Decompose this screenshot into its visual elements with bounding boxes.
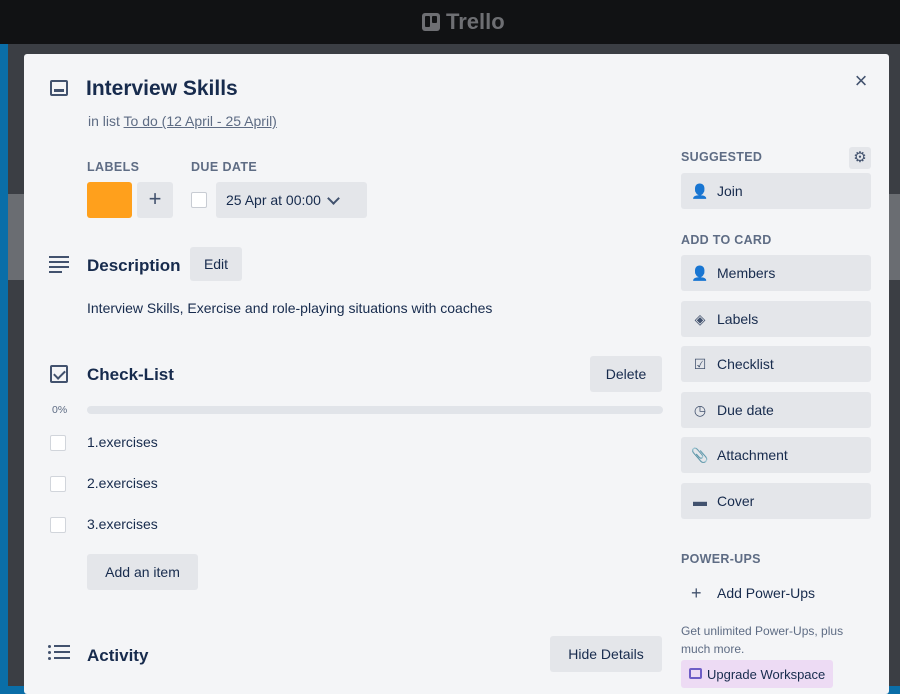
add-power-ups-label: Add Power-Ups xyxy=(717,585,816,601)
close-icon[interactable]: × xyxy=(850,70,872,92)
checklist-item[interactable]: 3.exercises xyxy=(87,516,158,532)
due-date-heading: DUE DATE xyxy=(191,160,258,174)
add-label-button[interactable]: + xyxy=(137,182,173,218)
edit-description-button[interactable]: Edit xyxy=(190,247,242,281)
cover-icon: ▬ xyxy=(693,493,707,509)
add-to-card-heading: ADD TO CARD xyxy=(681,233,772,247)
card-title[interactable]: Interview Skills xyxy=(86,77,238,101)
upgrade-workspace-button[interactable]: Upgrade Workspace xyxy=(681,660,833,688)
description-text[interactable]: Interview Skills, Exercise and role-play… xyxy=(87,300,492,316)
brand-name: Trello xyxy=(446,9,505,34)
checklist-item[interactable]: 2.exercises xyxy=(87,475,158,491)
power-ups-heading: POWER-UPS xyxy=(681,552,761,566)
power-ups-promo-text: Get unlimited Power-Ups, plus much more. xyxy=(681,624,844,656)
members-label: Members xyxy=(717,265,776,281)
list-link[interactable]: To do (12 April - 25 April) xyxy=(124,113,277,129)
add-checklist-item-button[interactable]: Add an item xyxy=(87,554,198,590)
upgrade-workspace-label: Upgrade Workspace xyxy=(707,666,826,682)
join-label: Join xyxy=(717,183,743,199)
description-icon xyxy=(49,256,69,273)
activity-icon xyxy=(48,645,70,661)
checklist-item-checkbox[interactable] xyxy=(50,476,66,492)
person-icon: 👤 xyxy=(691,265,709,281)
labels-label: Labels xyxy=(717,311,759,327)
trello-logo[interactable]: Trello xyxy=(422,8,505,36)
attachment-label: Attachment xyxy=(717,447,788,463)
join-button[interactable]: 👤 Join xyxy=(681,173,871,209)
due-date-button[interactable]: 25 Apr at 00:00 xyxy=(216,182,367,218)
backdrop-edge xyxy=(0,44,8,686)
person-icon: 👤 xyxy=(691,183,709,199)
checklist-icon xyxy=(50,365,68,383)
gear-icon[interactable]: ⚙ xyxy=(849,147,871,169)
trello-board-icon xyxy=(422,13,440,31)
chevron-down-icon xyxy=(327,191,340,205)
hide-details-button[interactable]: Hide Details xyxy=(550,636,662,672)
activity-heading: Activity xyxy=(87,646,149,665)
checklist-progress-bar xyxy=(87,406,663,414)
attachment-button[interactable]: 📎 Attachment xyxy=(681,437,871,473)
cover-button[interactable]: ▬ Cover xyxy=(681,483,871,519)
briefcase-icon xyxy=(689,668,702,679)
members-button[interactable]: 👤 Members xyxy=(681,255,871,291)
in-list-prefix: in list xyxy=(88,113,120,129)
tag-icon: ◈ xyxy=(694,311,706,327)
card-icon xyxy=(50,80,68,96)
suggested-heading: SUGGESTED xyxy=(681,150,763,164)
checklist-label: Checklist xyxy=(717,356,774,372)
checklist-item-checkbox[interactable] xyxy=(50,517,66,533)
checklist-progress-percent: 0% xyxy=(52,404,68,416)
add-power-ups-button[interactable]: + Add Power-Ups xyxy=(681,576,871,610)
cover-label: Cover xyxy=(717,493,755,509)
checklist-item-checkbox[interactable] xyxy=(50,435,66,451)
checklist-item[interactable]: 1.exercises xyxy=(87,434,158,450)
labels-heading: LABELS xyxy=(87,160,140,174)
checklist-button[interactable]: ☑ Checklist xyxy=(681,346,871,382)
orange-label[interactable] xyxy=(87,182,132,218)
checklist-heading[interactable]: Check-List xyxy=(87,365,174,385)
labels-button[interactable]: ◈ Labels xyxy=(681,301,871,337)
due-date-complete-checkbox[interactable] xyxy=(191,192,207,208)
checkbox-icon: ☑ xyxy=(693,356,707,372)
delete-checklist-button[interactable]: Delete xyxy=(590,356,662,392)
due-date-sidebar-button[interactable]: ◷ Due date xyxy=(681,392,871,428)
due-date-label: Due date xyxy=(717,402,774,418)
plus-icon: + xyxy=(691,583,702,603)
app-header: Trello xyxy=(0,0,900,44)
card-list-reference: in list To do (12 April - 25 April) xyxy=(88,113,277,129)
paperclip-icon: 📎 xyxy=(691,447,709,463)
clock-icon: ◷ xyxy=(693,402,707,418)
due-date-value: 25 Apr at 00:00 xyxy=(226,192,321,208)
description-heading: Description xyxy=(87,256,181,275)
